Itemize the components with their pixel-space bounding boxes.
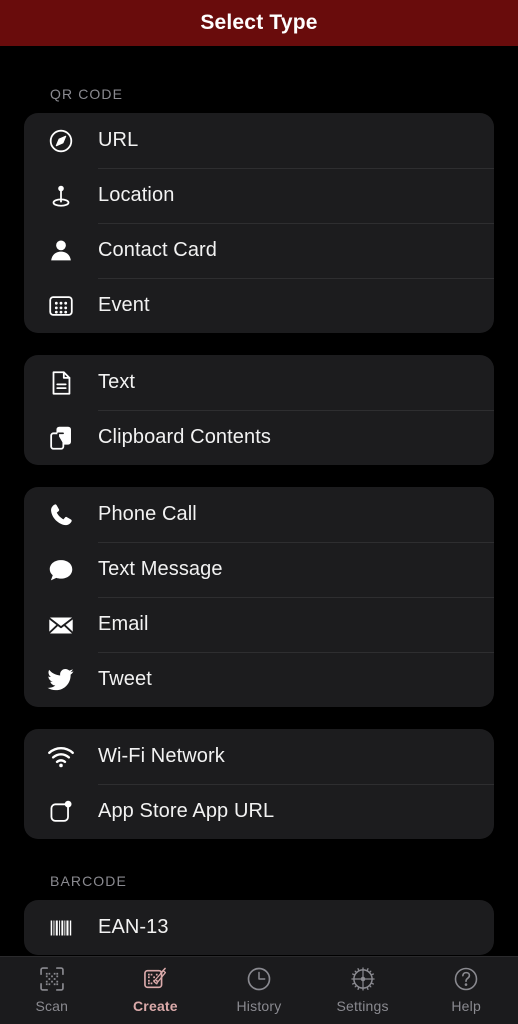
twitter-bird-icon xyxy=(24,665,98,695)
list-item[interactable]: App Store App URL xyxy=(24,784,494,839)
list-item[interactable]: Email xyxy=(24,597,494,652)
map-pin-icon xyxy=(24,181,98,211)
list-item-label: Contact Card xyxy=(98,239,218,261)
calendar-icon xyxy=(24,291,98,321)
list-item[interactable]: EAN-13 xyxy=(24,900,494,955)
type-group: Phone Call Text Message Email Tweet xyxy=(24,487,494,707)
qr-scan-icon xyxy=(38,964,66,994)
list-item-label: URL xyxy=(98,129,139,151)
tab-scan[interactable]: Scan xyxy=(0,964,104,1014)
barcode-icon xyxy=(24,913,98,943)
tab-label: History xyxy=(236,998,282,1014)
list-item[interactable]: Location xyxy=(24,168,494,223)
list-item-label: Event xyxy=(98,294,150,316)
qr-create-icon xyxy=(141,964,169,994)
compass-icon xyxy=(24,126,98,156)
tab-label: Scan xyxy=(35,998,69,1014)
question-circle-icon xyxy=(452,964,480,994)
list-item-label: Tweet xyxy=(98,668,152,690)
list-item[interactable]: Clipboard Contents xyxy=(24,410,494,465)
person-icon xyxy=(24,236,98,266)
list-item-label: Location xyxy=(98,184,175,206)
section-header: BARCODE xyxy=(50,873,127,889)
tab-label: Create xyxy=(133,998,178,1014)
clock-icon xyxy=(245,964,273,994)
list-item-label: Clipboard Contents xyxy=(98,426,272,448)
section-header: QR CODE xyxy=(50,86,124,102)
list-item[interactable]: Text xyxy=(24,355,494,410)
list-item[interactable]: Event xyxy=(24,278,494,333)
select-type-screen: Select Type QR CODE URL Location Contact Ca… xyxy=(0,0,518,1024)
clipboard-icon xyxy=(24,423,98,453)
tab-label: Settings xyxy=(336,998,389,1014)
list-item-label: EAN-13 xyxy=(98,916,169,938)
document-icon xyxy=(24,368,98,398)
list-item-label: Text xyxy=(98,371,136,393)
tab-create[interactable]: Create xyxy=(104,964,208,1014)
list-item[interactable]: Text Message xyxy=(24,542,494,597)
tab-history[interactable]: History xyxy=(207,964,311,1014)
tab-bar: Scan Create History Settings Help xyxy=(0,956,518,1024)
type-group: EAN-13 xyxy=(24,900,494,955)
navigation-bar: Select Type xyxy=(0,0,518,46)
chat-bubble-icon xyxy=(24,555,98,585)
list-item[interactable]: URL xyxy=(24,113,494,168)
list-item-label: Email xyxy=(98,613,149,635)
list-item-label: Wi-Fi Network xyxy=(98,745,225,767)
wifi-icon xyxy=(24,742,98,772)
tab-help[interactable]: Help xyxy=(414,964,518,1014)
envelope-icon xyxy=(24,610,98,640)
app-store-icon xyxy=(24,797,98,827)
list-item[interactable]: Phone Call xyxy=(24,487,494,542)
list-item[interactable]: Tweet xyxy=(24,652,494,707)
type-group: Wi-Fi Network App Store App URL xyxy=(24,729,494,839)
phone-icon xyxy=(24,500,98,530)
type-list-scroll-area[interactable]: QR CODE URL Location Contact Card Event Text C… xyxy=(0,46,518,956)
page-title: Select Type xyxy=(200,11,318,34)
gear-icon xyxy=(349,964,377,994)
tab-label: Help xyxy=(451,998,481,1014)
tab-settings[interactable]: Settings xyxy=(311,964,415,1014)
list-item-label: App Store App URL xyxy=(98,800,275,822)
type-group: URL Location Contact Card Event xyxy=(24,113,494,333)
list-item[interactable]: Wi-Fi Network xyxy=(24,729,494,784)
type-group: Text Clipboard Contents xyxy=(24,355,494,465)
list-item-label: Phone Call xyxy=(98,503,197,525)
list-item[interactable]: Contact Card xyxy=(24,223,494,278)
list-item-label: Text Message xyxy=(98,558,223,580)
